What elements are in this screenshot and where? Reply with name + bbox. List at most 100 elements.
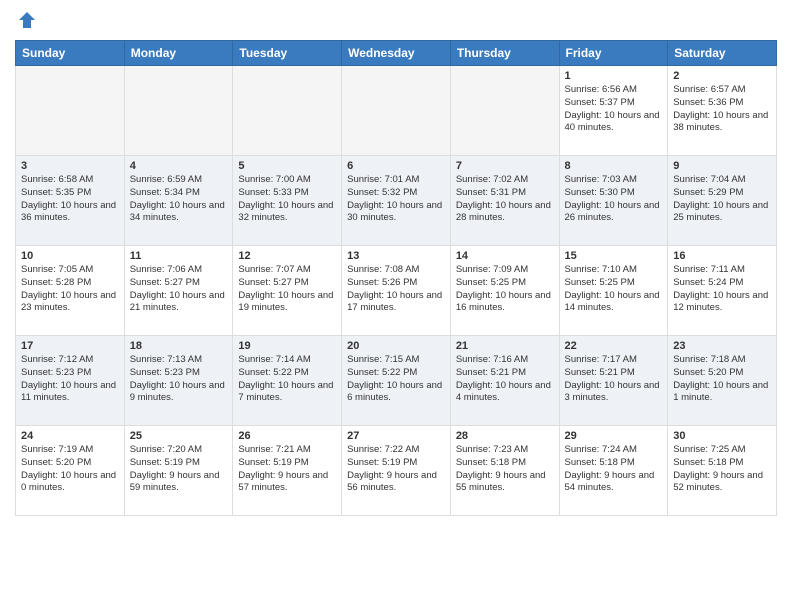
weekday-header-wednesday: Wednesday bbox=[342, 41, 451, 66]
day-info: Sunrise: 7:18 AM Sunset: 5:20 PM Dayligh… bbox=[673, 354, 771, 405]
day-number: 19 bbox=[238, 340, 336, 352]
calendar-cell: 3Sunrise: 6:58 AM Sunset: 5:35 PM Daylig… bbox=[16, 156, 125, 246]
calendar-cell: 19 Sunrise: 7:14 AM Sunset: 5:22 PM Dayli… bbox=[233, 336, 342, 426]
calendar-cell: 2 Sunrise: 6:57 AM Sunset: 5:36 PM Daylig… bbox=[668, 66, 777, 156]
day-number: 1 bbox=[565, 70, 663, 82]
calendar-cell: 9 Sunrise: 7:04 AM Sunset: 5:29 PM Daylig… bbox=[668, 156, 777, 246]
day-info: Sunrise: 7:12 AM Sunset: 5:23 PM Dayligh… bbox=[21, 354, 119, 405]
day-number: 4 bbox=[130, 160, 228, 172]
day-number: 28 bbox=[456, 430, 554, 442]
day-info: Sunrise: 7:05 AM Sunset: 5:28 PM Dayligh… bbox=[21, 264, 119, 315]
day-number: 15 bbox=[565, 250, 663, 262]
day-number: 24 bbox=[21, 430, 119, 442]
day-info: Sunrise: 7:16 AM Sunset: 5:21 PM Dayligh… bbox=[456, 354, 554, 405]
calendar-cell: 23 Sunrise: 7:18 AM Sunset: 5:20 PM Dayli… bbox=[668, 336, 777, 426]
calendar-week-5: 24 Sunrise: 7:19 AM Sunset: 5:20 PM Dayli… bbox=[16, 426, 777, 516]
day-info: Sunrise: 7:01 AM Sunset: 5:32 PM Dayligh… bbox=[347, 174, 445, 225]
day-number: 10 bbox=[21, 250, 119, 262]
day-number: 30 bbox=[673, 430, 771, 442]
day-number: 9 bbox=[673, 160, 771, 172]
calendar-cell: 29 Sunrise: 7:24 AM Sunset: 5:18 PM Dayli… bbox=[559, 426, 668, 516]
calendar-cell: 6 Sunrise: 7:01 AM Sunset: 5:32 PM Daylig… bbox=[342, 156, 451, 246]
header bbox=[15, 10, 777, 30]
day-number: 8 bbox=[565, 160, 663, 172]
day-info: Sunrise: 7:07 AM Sunset: 5:27 PM Dayligh… bbox=[238, 264, 336, 315]
day-info: Sunrise: 7:25 AM Sunset: 5:18 PM Dayligh… bbox=[673, 444, 771, 495]
day-number: 26 bbox=[238, 430, 336, 442]
calendar-cell: 27 Sunrise: 7:22 AM Sunset: 5:19 PM Dayli… bbox=[342, 426, 451, 516]
day-number: 23 bbox=[673, 340, 771, 352]
page: SundayMondayTuesdayWednesdayThursdayFrid… bbox=[0, 0, 792, 531]
calendar-cell: 17 Sunrise: 7:12 AM Sunset: 5:23 PM Dayli… bbox=[16, 336, 125, 426]
weekday-header-thursday: Thursday bbox=[450, 41, 559, 66]
day-info: Sunrise: 7:23 AM Sunset: 5:18 PM Dayligh… bbox=[456, 444, 554, 495]
day-number: 16 bbox=[673, 250, 771, 262]
day-number: 13 bbox=[347, 250, 445, 262]
calendar-cell: 18Sunrise: 7:13 AM Sunset: 5:23 PM Dayli… bbox=[124, 336, 233, 426]
calendar-cell: 5Sunrise: 7:00 AM Sunset: 5:33 PM Daylig… bbox=[233, 156, 342, 246]
day-info: Sunrise: 6:57 AM Sunset: 5:36 PM Dayligh… bbox=[673, 84, 771, 135]
calendar-cell: 11 Sunrise: 7:06 AM Sunset: 5:27 PM Dayli… bbox=[124, 246, 233, 336]
calendar-cell: 8 Sunrise: 7:03 AM Sunset: 5:30 PM Daylig… bbox=[559, 156, 668, 246]
day-info: Sunrise: 7:06 AM Sunset: 5:27 PM Dayligh… bbox=[130, 264, 228, 315]
day-number: 2 bbox=[673, 70, 771, 82]
day-number: 27 bbox=[347, 430, 445, 442]
day-info: Sunrise: 7:09 AM Sunset: 5:25 PM Dayligh… bbox=[456, 264, 554, 315]
calendar-cell: 21 Sunrise: 7:16 AM Sunset: 5:21 PM Dayli… bbox=[450, 336, 559, 426]
calendar-cell: 10 Sunrise: 7:05 AM Sunset: 5:28 PM Dayli… bbox=[16, 246, 125, 336]
day-number: 17 bbox=[21, 340, 119, 352]
calendar-table: SundayMondayTuesdayWednesdayThursdayFrid… bbox=[15, 40, 777, 516]
calendar-cell: 1Sunrise: 6:56 AM Sunset: 5:37 PM Daylig… bbox=[559, 66, 668, 156]
weekday-header-monday: Monday bbox=[124, 41, 233, 66]
day-number: 18 bbox=[130, 340, 228, 352]
calendar-week-3: 10 Sunrise: 7:05 AM Sunset: 5:28 PM Dayli… bbox=[16, 246, 777, 336]
day-info: Sunrise: 7:14 AM Sunset: 5:22 PM Dayligh… bbox=[238, 354, 336, 405]
day-info: Sunrise: 7:10 AM Sunset: 5:25 PM Dayligh… bbox=[565, 264, 663, 315]
calendar-cell: 24 Sunrise: 7:19 AM Sunset: 5:20 PM Dayli… bbox=[16, 426, 125, 516]
calendar-cell: 7 Sunrise: 7:02 AM Sunset: 5:31 PM Daylig… bbox=[450, 156, 559, 246]
calendar-cell: 12 Sunrise: 7:07 AM Sunset: 5:27 PM Dayli… bbox=[233, 246, 342, 336]
day-info: Sunrise: 7:02 AM Sunset: 5:31 PM Dayligh… bbox=[456, 174, 554, 225]
day-info: Sunrise: 7:19 AM Sunset: 5:20 PM Dayligh… bbox=[21, 444, 119, 495]
day-number: 25 bbox=[130, 430, 228, 442]
calendar-cell: 26Sunrise: 7:21 AM Sunset: 5:19 PM Dayli… bbox=[233, 426, 342, 516]
day-number: 3 bbox=[21, 160, 119, 172]
day-number: 22 bbox=[565, 340, 663, 352]
logo bbox=[15, 10, 37, 30]
calendar-cell: 28 Sunrise: 7:23 AM Sunset: 5:18 PM Dayli… bbox=[450, 426, 559, 516]
day-info: Sunrise: 7:03 AM Sunset: 5:30 PM Dayligh… bbox=[565, 174, 663, 225]
day-number: 11 bbox=[130, 250, 228, 262]
day-number: 7 bbox=[456, 160, 554, 172]
calendar-cell: 14 Sunrise: 7:09 AM Sunset: 5:25 PM Dayli… bbox=[450, 246, 559, 336]
calendar-cell bbox=[124, 66, 233, 156]
day-number: 14 bbox=[456, 250, 554, 262]
calendar-cell bbox=[233, 66, 342, 156]
calendar-cell: 13Sunrise: 7:08 AM Sunset: 5:26 PM Dayli… bbox=[342, 246, 451, 336]
calendar-cell: 16 Sunrise: 7:11 AM Sunset: 5:24 PM Dayli… bbox=[668, 246, 777, 336]
calendar-cell: 22Sunrise: 7:17 AM Sunset: 5:21 PM Dayli… bbox=[559, 336, 668, 426]
calendar-cell bbox=[342, 66, 451, 156]
weekday-header-row: SundayMondayTuesdayWednesdayThursdayFrid… bbox=[16, 41, 777, 66]
calendar-cell bbox=[450, 66, 559, 156]
day-info: Sunrise: 7:11 AM Sunset: 5:24 PM Dayligh… bbox=[673, 264, 771, 315]
day-info: Sunrise: 7:22 AM Sunset: 5:19 PM Dayligh… bbox=[347, 444, 445, 495]
day-number: 6 bbox=[347, 160, 445, 172]
day-info: Sunrise: 7:04 AM Sunset: 5:29 PM Dayligh… bbox=[673, 174, 771, 225]
weekday-header-friday: Friday bbox=[559, 41, 668, 66]
day-info: Sunrise: 7:00 AM Sunset: 5:33 PM Dayligh… bbox=[238, 174, 336, 225]
weekday-header-saturday: Saturday bbox=[668, 41, 777, 66]
calendar-cell: 30 Sunrise: 7:25 AM Sunset: 5:18 PM Dayli… bbox=[668, 426, 777, 516]
calendar-week-4: 17 Sunrise: 7:12 AM Sunset: 5:23 PM Dayli… bbox=[16, 336, 777, 426]
day-info: Sunrise: 6:59 AM Sunset: 5:34 PM Dayligh… bbox=[130, 174, 228, 225]
day-number: 21 bbox=[456, 340, 554, 352]
day-number: 12 bbox=[238, 250, 336, 262]
day-info: Sunrise: 7:24 AM Sunset: 5:18 PM Dayligh… bbox=[565, 444, 663, 495]
calendar-week-1: 1Sunrise: 6:56 AM Sunset: 5:37 PM Daylig… bbox=[16, 66, 777, 156]
calendar-cell bbox=[16, 66, 125, 156]
calendar-cell: 4 Sunrise: 6:59 AM Sunset: 5:34 PM Daylig… bbox=[124, 156, 233, 246]
weekday-header-sunday: Sunday bbox=[16, 41, 125, 66]
calendar-cell: 15 Sunrise: 7:10 AM Sunset: 5:25 PM Dayli… bbox=[559, 246, 668, 336]
weekday-header-tuesday: Tuesday bbox=[233, 41, 342, 66]
calendar-cell: 25Sunrise: 7:20 AM Sunset: 5:19 PM Dayli… bbox=[124, 426, 233, 516]
day-number: 29 bbox=[565, 430, 663, 442]
